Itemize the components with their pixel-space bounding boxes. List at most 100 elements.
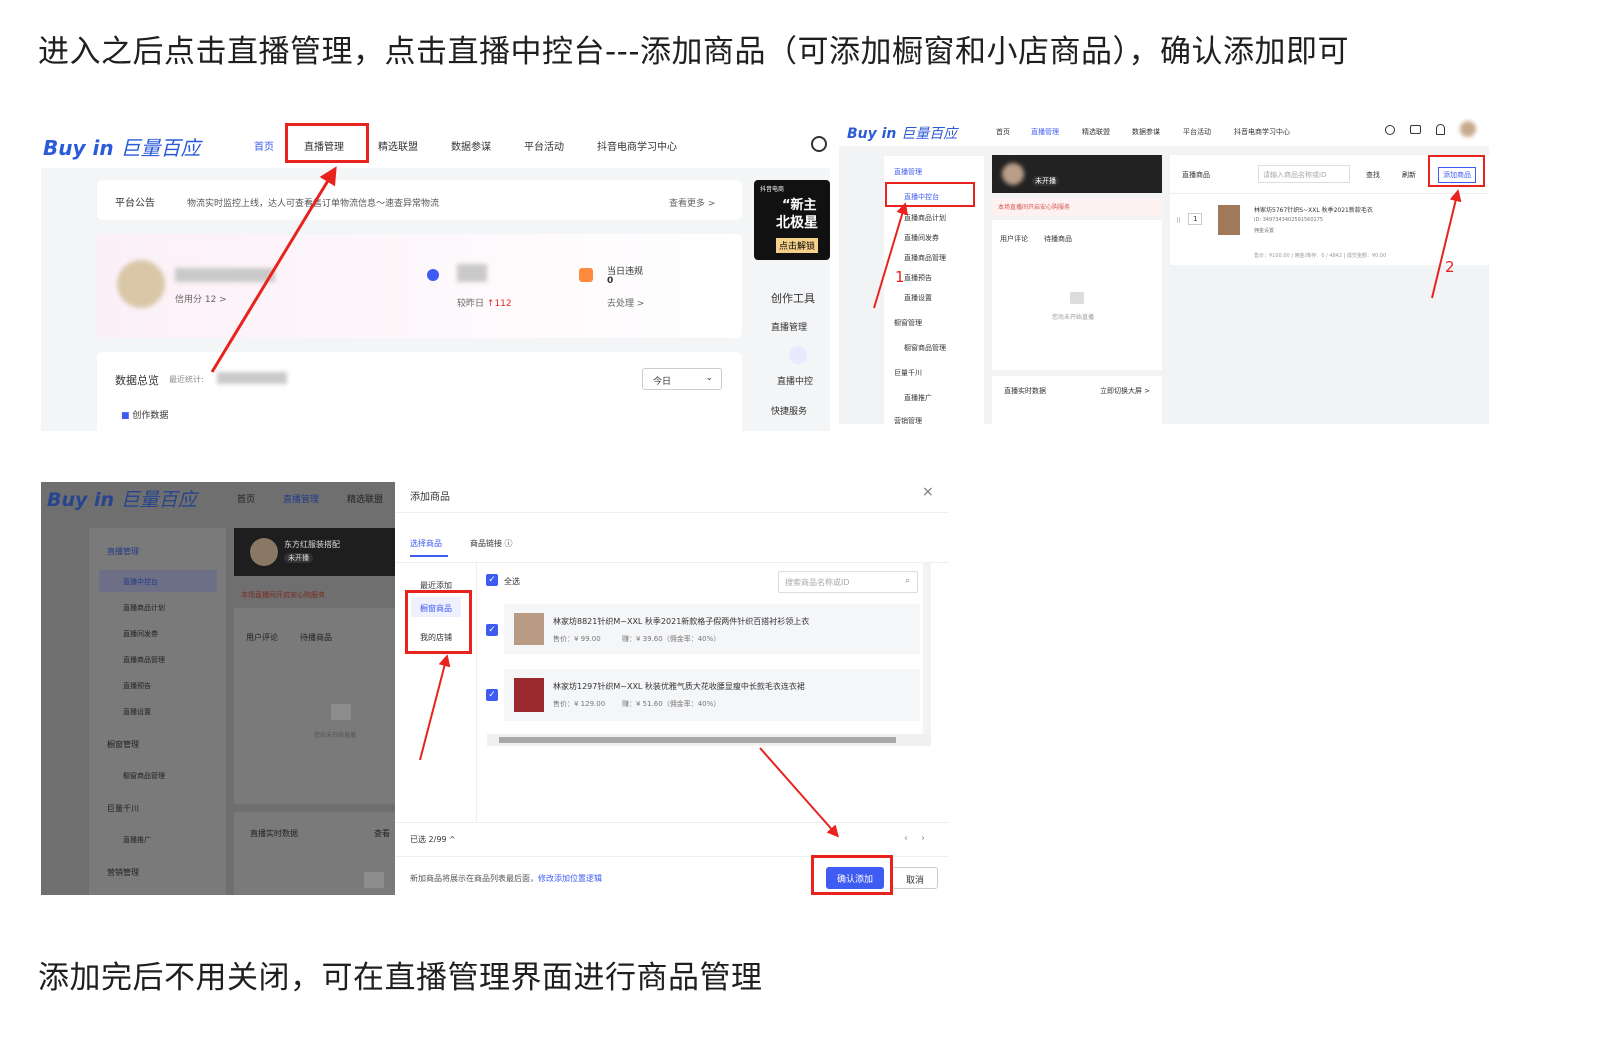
product-row[interactable]: 林家坊1297针织M~XXL 秋装优雅气质大花收腰显瘦中长款毛衣连衣裙 售价：¥… bbox=[504, 669, 920, 721]
banner-line2: “新主 bbox=[782, 198, 817, 213]
sidebar-item-marketing[interactable]: 营销管理 bbox=[107, 867, 139, 878]
product-checkbox[interactable]: ✓ bbox=[486, 624, 498, 636]
nav-data[interactable]: 数据参谋 bbox=[451, 138, 491, 153]
comment-panel: 用户评论 待播商品 您尚未开始直播 bbox=[234, 608, 395, 804]
sidebar-item-live-manage[interactable]: 直播管理 bbox=[107, 546, 139, 557]
footer-note: 新加商品将展示在商品列表最后面，修改添加位置逻辑 bbox=[410, 874, 602, 883]
banner-unlock-button[interactable]: 点击解锁 bbox=[776, 238, 819, 253]
sidebar-item-coupon[interactable]: 直播间发券 bbox=[123, 629, 158, 639]
scrollbar-thumb[interactable] bbox=[499, 737, 896, 743]
message-icon[interactable] bbox=[1410, 125, 1421, 134]
not-live-badge: 未开播 bbox=[284, 553, 313, 563]
sidebar-item-preview[interactable]: 直播预告 bbox=[123, 681, 151, 691]
nav-home[interactable]: 首页 bbox=[254, 138, 274, 153]
promo-banner[interactable]: 抖音电商 “新主 北极星 点击解锁 bbox=[754, 180, 830, 260]
select-all-checkbox[interactable]: ✓ bbox=[486, 574, 498, 586]
tab-user-comments[interactable]: 用户评论 bbox=[246, 632, 278, 643]
nav-data[interactable]: 数据参谋 bbox=[1132, 127, 1160, 137]
nav-alliance[interactable]: 精选联盟 bbox=[1082, 127, 1110, 137]
gear-icon[interactable] bbox=[811, 136, 827, 152]
product-title: 林家坊8821针织M~XXL 秋季2021新款格子假两件针织百搭衬衫领上衣 bbox=[553, 617, 810, 626]
stats-date-blurred bbox=[217, 372, 287, 384]
instruction-footer: 添加完后不用关闭，可在直播管理界面进行商品管理 bbox=[38, 960, 763, 996]
divider bbox=[476, 562, 477, 822]
search-icon[interactable]: ⌕ bbox=[905, 576, 910, 586]
item-tag[interactable]: 佣金设置 bbox=[1254, 227, 1274, 234]
refresh-button[interactable]: 刷新 bbox=[1402, 170, 1416, 180]
prev-page-icon[interactable]: ‹ bbox=[904, 833, 908, 844]
goods-search-input[interactable]: 搜索商品名称或ID bbox=[778, 571, 918, 593]
nav-live-manage[interactable]: 直播管理 bbox=[1031, 127, 1059, 137]
item-index[interactable]: 1 bbox=[1188, 213, 1203, 225]
sidebar-item-window[interactable]: 橱窗管理 bbox=[107, 739, 139, 750]
data-overview-card: 数据总览 最近统计: 今日 ⌄ ■ 创作数据 bbox=[97, 352, 742, 431]
safe-service-bar: 本场直播间开启安心购服务 bbox=[992, 198, 1162, 216]
tab-select-goods[interactable]: 选择商品 bbox=[410, 538, 442, 549]
tool-live-console[interactable]: 直播中控 bbox=[777, 374, 813, 387]
next-page-icon[interactable]: › bbox=[921, 833, 925, 844]
sidebar-item-window[interactable]: 橱窗管理 bbox=[894, 318, 922, 328]
profile-card: 信用分 12 > 较昨日 ↑112 当日违规 0 去处理 > bbox=[97, 234, 742, 338]
sidebar-item-window-goods[interactable]: 橱窗商品管理 bbox=[904, 343, 946, 353]
cancel-button[interactable]: 取消 bbox=[892, 867, 938, 889]
see-more-link[interactable]: 查看更多 > bbox=[669, 196, 715, 209]
sidebar-item-window-goods[interactable]: 橱窗商品管理 bbox=[123, 771, 165, 781]
vertical-scrollbar[interactable] bbox=[923, 562, 931, 742]
close-icon[interactable]: × bbox=[922, 484, 934, 500]
sidebar-item-goods-plan[interactable]: 直播商品计划 bbox=[904, 213, 946, 223]
modal-title: 添加商品 bbox=[410, 492, 450, 503]
bell-icon[interactable] bbox=[1436, 124, 1445, 135]
sidebar-item-qianchuan[interactable]: 巨量千川 bbox=[894, 368, 922, 378]
add-goods-modal: 添加商品 × 选择商品 商品链接 ⓘ 最近添加 橱窗商品 我的店铺 ✓ 全选 搜… bbox=[395, 482, 949, 895]
nav-live-manage[interactable]: 直播管理 bbox=[283, 492, 319, 505]
nav-learning[interactable]: 抖音电商学习中心 bbox=[597, 138, 677, 153]
sidebar-item-settings[interactable]: 直播设置 bbox=[123, 707, 151, 717]
nav-home[interactable]: 首页 bbox=[996, 127, 1010, 137]
nav-home[interactable]: 首页 bbox=[237, 492, 255, 505]
sidebar-item-live-console[interactable]: 直播中控台 bbox=[123, 577, 158, 587]
announcement-bar: 平台公告 物流实时监控上线，达人可查看售订单物流信息～速查异常物流 查看更多 > bbox=[97, 180, 742, 220]
avatar[interactable] bbox=[1460, 121, 1476, 137]
goods-search-input[interactable]: 请输入商品名称或ID bbox=[1258, 165, 1350, 183]
check-link[interactable]: 查看 bbox=[374, 828, 390, 839]
product-row[interactable]: 林家坊8821针织M~XXL 秋季2021新款格子假两件针织百搭衬衫领上衣 售价… bbox=[504, 604, 920, 654]
tab-underline bbox=[410, 555, 448, 557]
sidebar-item-marketing[interactable]: 营销管理 bbox=[894, 416, 922, 424]
tab-pending-goods[interactable]: 待播商品 bbox=[300, 632, 332, 643]
video-icon[interactable] bbox=[789, 346, 807, 364]
sidebar-item-promotion[interactable]: 直播推广 bbox=[123, 835, 151, 845]
nav-alliance[interactable]: 精选联盟 bbox=[378, 138, 418, 153]
nav-activity[interactable]: 平台活动 bbox=[524, 138, 564, 153]
selected-count[interactable]: 已选 2/99 ^ bbox=[410, 834, 456, 845]
to-handle-link[interactable]: 去处理 > bbox=[607, 296, 644, 309]
change-position-link[interactable]: 修改添加位置逻辑 bbox=[538, 874, 602, 883]
divider bbox=[395, 822, 949, 823]
tool-live-manage[interactable]: 直播管理 bbox=[771, 320, 807, 333]
sidebar-item-goods-manage[interactable]: 直播商品管理 bbox=[904, 253, 946, 263]
gear-icon[interactable] bbox=[1385, 125, 1395, 135]
sidebar-item-preview[interactable]: 直播预告 bbox=[904, 273, 932, 283]
nav-activity[interactable]: 平台活动 bbox=[1183, 127, 1211, 137]
divider bbox=[1170, 193, 1489, 194]
violation-count: 0 bbox=[607, 276, 614, 286]
drag-handle-icon[interactable]: ⠿ bbox=[1176, 217, 1181, 225]
tab-user-comments[interactable]: 用户评论 bbox=[1000, 234, 1028, 244]
sidebar-item-qianchuan[interactable]: 巨量千川 bbox=[107, 803, 139, 814]
big-screen-link[interactable]: 立即切换大屏 > bbox=[1100, 386, 1150, 396]
horizontal-scrollbar[interactable] bbox=[487, 734, 931, 746]
search-button[interactable]: 查找 bbox=[1366, 170, 1380, 180]
sidebar-item-coupon[interactable]: 直播间发券 bbox=[904, 233, 939, 243]
creation-data-tab[interactable]: ■ 创作数据 bbox=[121, 408, 168, 421]
product-checkbox[interactable]: ✓ bbox=[486, 689, 498, 701]
date-select[interactable]: 今日 ⌄ bbox=[642, 368, 722, 390]
sidebar-item-promotion[interactable]: 直播推广 bbox=[904, 393, 932, 403]
tab-pending-goods[interactable]: 待播商品 bbox=[1044, 234, 1072, 244]
tab-goods-link[interactable]: 商品链接 ⓘ bbox=[470, 538, 513, 549]
nav-learning[interactable]: 抖音电商学习中心 bbox=[1234, 127, 1290, 137]
sidebar-item-settings[interactable]: 直播设置 bbox=[904, 293, 932, 303]
sidebar-item-live-manage[interactable]: 直播管理 bbox=[894, 167, 922, 177]
nav-alliance[interactable]: 精选联盟 bbox=[347, 492, 383, 505]
credit-score[interactable]: 信用分 12 > bbox=[175, 292, 227, 305]
sidebar-item-goods-manage[interactable]: 直播商品管理 bbox=[123, 655, 165, 665]
sidebar-item-goods-plan[interactable]: 直播商品计划 bbox=[123, 603, 165, 613]
